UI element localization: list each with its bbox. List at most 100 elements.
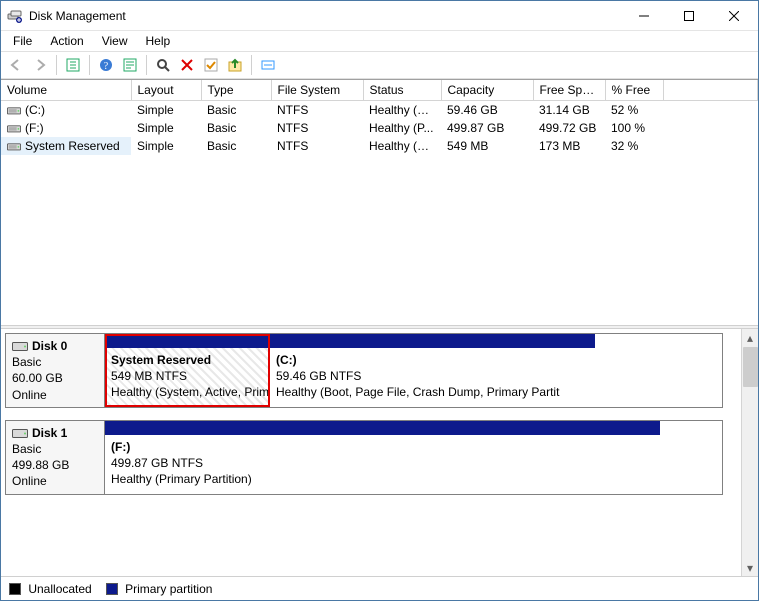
disk-header[interactable]: Disk 1Basic499.88 GBOnline — [5, 420, 105, 495]
menu-action[interactable]: Action — [42, 32, 91, 50]
legend-bar: Unallocated Primary partition — [1, 576, 758, 600]
cell-type: Basic — [201, 101, 271, 120]
menu-view[interactable]: View — [94, 32, 136, 50]
partition[interactable]: (F:)499.87 GB NTFSHealthy (Primary Parti… — [105, 421, 660, 494]
legend-unallocated: Unallocated — [9, 582, 92, 596]
disk-block: Disk 0Basic60.00 GBOnlineSystem Reserved… — [5, 333, 739, 408]
toolbar-separator — [56, 55, 57, 75]
cell-capacity: 549 MB — [441, 137, 533, 155]
menu-help[interactable]: Help — [138, 32, 179, 50]
partition-label: (C:) — [276, 352, 589, 368]
col-filesystem[interactable]: File System — [271, 80, 363, 101]
table-row[interactable]: (F:)SimpleBasicNTFSHealthy (P...499.87 G… — [1, 119, 758, 137]
scroll-down-icon[interactable]: ▾ — [742, 559, 759, 576]
partition-sizefs: 499.87 GB NTFS — [111, 455, 654, 471]
cell-free: 173 MB — [533, 137, 605, 155]
refresh-button[interactable] — [224, 54, 246, 76]
help-button[interactable]: ? — [95, 54, 117, 76]
col-spacer — [663, 80, 758, 101]
cell-status: Healthy (S... — [363, 137, 441, 155]
cell-pct: 52 % — [605, 101, 663, 120]
disk-name-label: Disk 0 — [32, 338, 67, 354]
disk-icon — [12, 340, 28, 352]
legend-primary-label: Primary partition — [125, 582, 212, 596]
col-layout[interactable]: Layout — [131, 80, 201, 101]
cell-status: Healthy (P... — [363, 119, 441, 137]
volume-list-pane[interactable]: Volume Layout Type File System Status Ca… — [1, 79, 758, 325]
partition-sizefs: 549 MB NTFS — [111, 368, 263, 384]
show-hide-console-tree-button[interactable] — [62, 54, 84, 76]
toolbar: ? — [1, 51, 758, 79]
cell-volume: (C:) — [1, 101, 131, 120]
close-button[interactable] — [711, 2, 756, 30]
minimize-button[interactable] — [621, 2, 666, 30]
disk-block: Disk 1Basic499.88 GBOnline(F:)499.87 GB … — [5, 420, 739, 495]
cell-volume: System Reserved — [1, 137, 131, 155]
cell-layout: Simple — [131, 119, 201, 137]
toolbar-separator — [89, 55, 90, 75]
menubar: File Action View Help — [1, 31, 758, 51]
disk-size-label: 499.88 GB — [12, 457, 98, 473]
partition-health: Healthy (Boot, Page File, Crash Dump, Pr… — [276, 384, 589, 400]
cell-fs: NTFS — [271, 101, 363, 120]
col-volume[interactable]: Volume — [1, 80, 131, 101]
cell-layout: Simple — [131, 137, 201, 155]
partition-health: Healthy (Primary Partition) — [111, 471, 654, 487]
partition-colorbar — [105, 421, 660, 435]
disk-name-label: Disk 1 — [32, 425, 67, 441]
delete-button[interactable] — [176, 54, 198, 76]
menu-file[interactable]: File — [5, 32, 40, 50]
mark-active-button[interactable] — [200, 54, 222, 76]
col-pctfree[interactable]: % Free — [605, 80, 663, 101]
cell-fs: NTFS — [271, 137, 363, 155]
primary-swatch — [106, 583, 118, 595]
toolbar-separator — [251, 55, 252, 75]
cell-type: Basic — [201, 119, 271, 137]
disk-partitions: (F:)499.87 GB NTFSHealthy (Primary Parti… — [105, 420, 723, 495]
partition-label: (F:) — [111, 439, 654, 455]
explore-button[interactable] — [152, 54, 174, 76]
forward-button[interactable] — [29, 54, 51, 76]
legend-unallocated-label: Unallocated — [28, 582, 91, 596]
disk-size-label: 60.00 GB — [12, 370, 98, 386]
partition[interactable]: System Reserved549 MB NTFSHealthy (Syste… — [105, 334, 270, 407]
partition-label: System Reserved — [111, 352, 263, 368]
disk-type-label: Basic — [12, 354, 98, 370]
cell-pct: 32 % — [605, 137, 663, 155]
partition-colorbar — [105, 334, 269, 348]
app-icon — [7, 8, 23, 24]
cell-fs: NTFS — [271, 119, 363, 137]
cell-status: Healthy (B... — [363, 101, 441, 120]
properties-button[interactable] — [119, 54, 141, 76]
col-status[interactable]: Status — [363, 80, 441, 101]
table-row[interactable]: (C:)SimpleBasicNTFSHealthy (B...59.46 GB… — [1, 101, 758, 120]
cell-pct: 100 % — [605, 119, 663, 137]
scroll-thumb[interactable] — [743, 347, 758, 387]
col-freespace[interactable]: Free Spa... — [533, 80, 605, 101]
window-title: Disk Management — [29, 9, 621, 23]
disk-graphical-pane: Disk 0Basic60.00 GBOnlineSystem Reserved… — [1, 329, 758, 576]
settings-button[interactable] — [257, 54, 279, 76]
col-capacity[interactable]: Capacity — [441, 80, 533, 101]
volume-table: Volume Layout Type File System Status Ca… — [1, 80, 758, 155]
cell-capacity: 499.87 GB — [441, 119, 533, 137]
cell-free: 499.72 GB — [533, 119, 605, 137]
titlebar[interactable]: Disk Management — [1, 1, 758, 31]
cell-volume: (F:) — [1, 119, 131, 137]
disk-header[interactable]: Disk 0Basic60.00 GBOnline — [5, 333, 105, 408]
partition[interactable]: (C:)59.46 GB NTFSHealthy (Boot, Page Fil… — [270, 334, 595, 407]
table-row[interactable]: System ReservedSimpleBasicNTFSHealthy (S… — [1, 137, 758, 155]
scroll-up-icon[interactable]: ▴ — [742, 329, 759, 346]
maximize-button[interactable] — [666, 2, 711, 30]
vertical-scrollbar[interactable]: ▴ ▾ — [741, 329, 758, 576]
disk-state-label: Online — [12, 473, 98, 489]
disk-type-label: Basic — [12, 441, 98, 457]
cell-layout: Simple — [131, 101, 201, 120]
back-button[interactable] — [5, 54, 27, 76]
cell-free: 31.14 GB — [533, 101, 605, 120]
cell-type: Basic — [201, 137, 271, 155]
partition-sizefs: 59.46 GB NTFS — [276, 368, 589, 384]
partition-health: Healthy (System, Active, Prim — [111, 384, 263, 400]
unallocated-swatch — [9, 583, 21, 595]
col-type[interactable]: Type — [201, 80, 271, 101]
